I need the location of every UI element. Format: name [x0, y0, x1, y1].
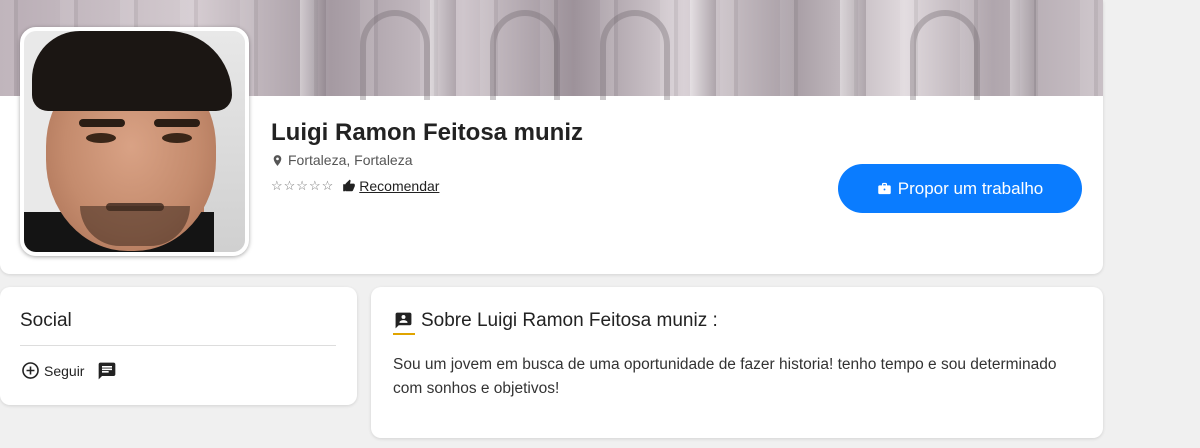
social-card: [0, 287, 357, 405]
chat-icon[interactable]: [97, 361, 117, 381]
propose-work-button[interactable]: Propor um trabalho: [838, 164, 1082, 213]
about-text: Sou um jovem em busca de uma oportunidad…: [393, 356, 1057, 397]
map-pin-icon: [273, 154, 282, 166]
title-accent: [393, 333, 415, 335]
propose-work-label: Propor um trabalho: [897, 178, 1044, 198]
social-title: Social: [20, 310, 72, 331]
follow-label: Seguir: [44, 362, 85, 379]
briefcase-icon: [877, 182, 891, 195]
location: Fortaleza, Fortaleza: [271, 152, 413, 168]
divider: [20, 345, 336, 346]
recommend-label: Recomendar: [359, 178, 440, 194]
about-title: Sobre Luigi Ramon Feitosa muniz :: [421, 310, 718, 331]
avatar: [20, 27, 249, 256]
location-text: Fortaleza, Fortaleza: [288, 152, 413, 168]
rating-stars: ☆☆☆☆☆: [271, 178, 335, 193]
follow-button[interactable]: Seguir: [21, 361, 84, 380]
thumbs-up-icon: [343, 179, 356, 192]
profile-name: Luigi Ramon Feitosa muniz: [271, 119, 584, 146]
rating-row: ☆☆☆☆☆ Recomendar: [271, 178, 439, 194]
recommend-link[interactable]: Recomendar: [342, 178, 439, 194]
plus-circle-icon: [22, 362, 39, 379]
contact-card-icon: [395, 312, 412, 329]
